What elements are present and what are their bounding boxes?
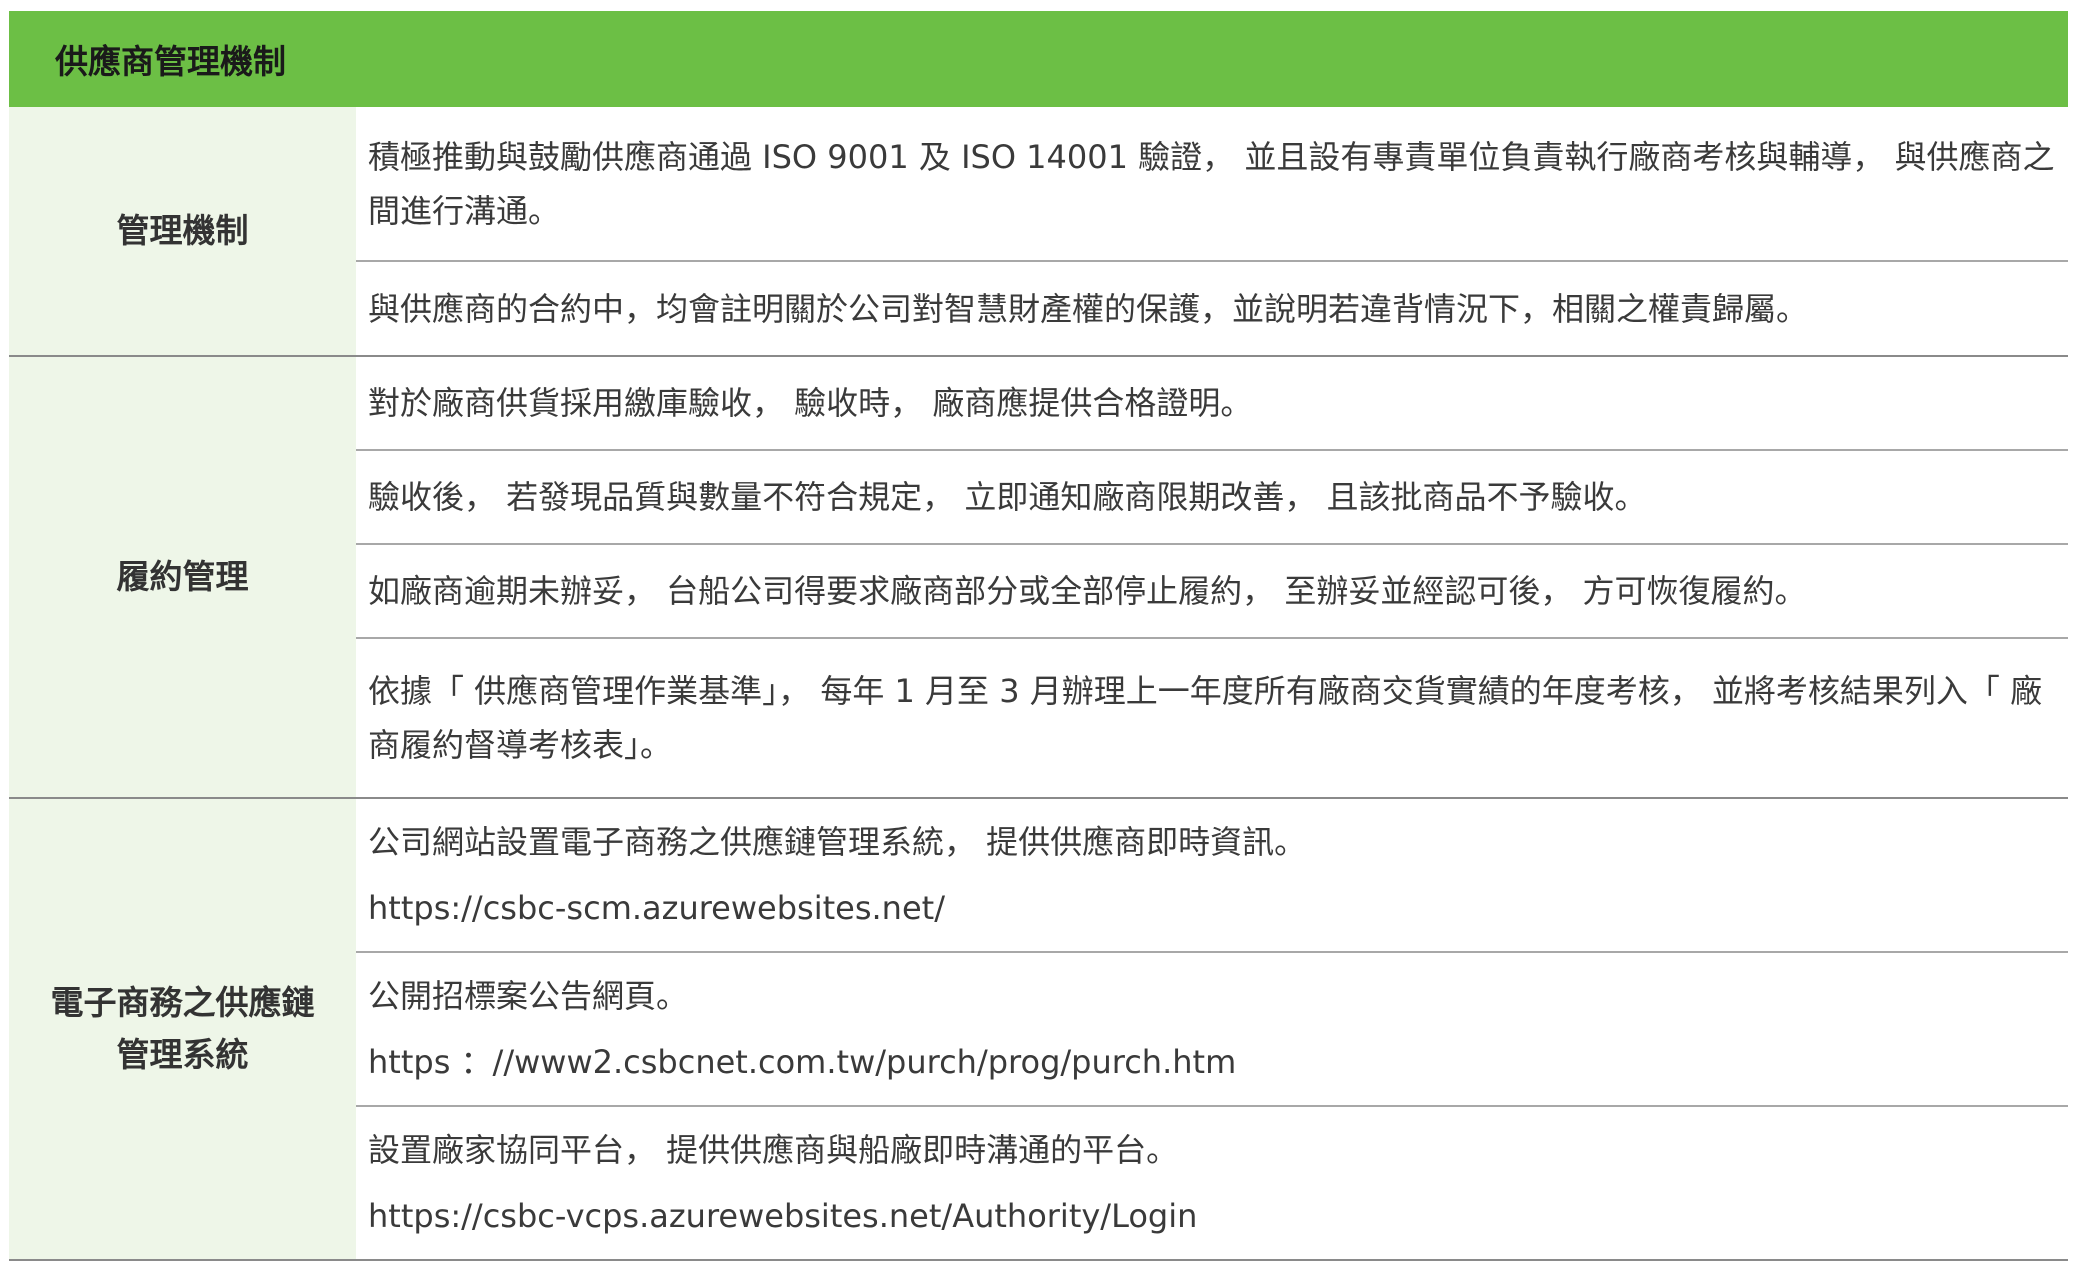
vcps-link[interactable]: https://csbc-vcps.azurewebsites.net/Auth… [368,1189,2056,1243]
row-text: 驗收後， 若發現品質與數量不符合規定， 立即通知廠商限期改善， 且該批商品不予驗… [368,478,1647,516]
row-text: 設置廠家協同平台， 提供供應商與船廠即時溝通的平台。 [368,1131,1179,1169]
content-row: 對於廠商供貨採用繳庫驗收， 驗收時， 廠商應提供合格證明。 [356,357,2068,451]
row-text: 對於廠商供貨採用繳庫驗收， 驗收時， 廠商應提供合格證明。 [368,384,1253,422]
section-label: 履約管理 [9,357,356,797]
content-row: 如廠商逾期未辦妥， 台船公司得要求廠商部分或全部停止履約， 至辦妥並經認可後， … [356,545,2068,639]
section-ecommerce-scm: 電子商務之供應鏈 管理系統 公司網站設置電子商務之供應鏈管理系統， 提供供應商即… [9,799,2068,1261]
row-text: 如廠商逾期未辦妥， 台船公司得要求廠商部分或全部停止履約， 至辦妥並經認可後， … [368,572,1807,610]
section-label-text: 管理機制 [116,211,249,250]
section-management-mechanism: 管理機制 積極推動與鼓勵供應商通過 ISO 9001 及 ISO 14001 驗… [9,107,2068,357]
row-text: 依據「 供應商管理作業基準」， 每年 1 月至 3 月辦理上一年度所有廠商交貨實… [368,672,2043,764]
section-label-line2: 管理系統 [116,1035,249,1074]
section-label-text: 履約管理 [116,557,249,596]
content-row: 積極推動與鼓勵供應商通過 ISO 9001 及 ISO 14001 驗證， 並且… [356,107,2068,262]
section-label-line1: 電子商務之供應鏈 [50,983,315,1022]
supplier-management-table: 供應商管理機制 管理機制 積極推動與鼓勵供應商通過 ISO 9001 及 ISO… [9,11,2068,1261]
scm-link[interactable]: https://csbc-scm.azurewebsites.net/ [368,881,2056,935]
row-text: 與供應商的合約中，均會註明關於公司對智慧財產權的保護，並說明若違背情況下，相關之… [368,289,1809,328]
content-row: 與供應商的合約中，均會註明關於公司對智慧財產權的保護，並說明若違背情況下，相關之… [356,262,2068,355]
section-label: 電子商務之供應鏈 管理系統 [9,799,356,1259]
content-row: 依據「 供應商管理作業基準」， 每年 1 月至 3 月辦理上一年度所有廠商交貨實… [356,639,2068,797]
content-row: 設置廠家協同平台， 提供供應商與船廠即時溝通的平台。 https://csbc-… [356,1107,2068,1259]
section-label: 管理機制 [9,107,356,355]
content-row: 公司網站設置電子商務之供應鏈管理系統， 提供供應商即時資訊。 https://c… [356,799,2068,953]
row-text: 公開招標案公告網頁。 [368,977,689,1015]
row-text: 公司網站設置電子商務之供應鏈管理系統， 提供供應商即時資訊。 [368,823,1307,861]
section-content: 公司網站設置電子商務之供應鏈管理系統， 提供供應商即時資訊。 https://c… [356,799,2068,1259]
section-content: 積極推動與鼓勵供應商通過 ISO 9001 及 ISO 14001 驗證， 並且… [356,107,2068,355]
tender-link[interactable]: https ：//www2.csbcnet.com.tw/purch/prog/… [368,1035,2056,1089]
table-header: 供應商管理機制 [9,11,2068,107]
content-row: 公開招標案公告網頁。 https ：//www2.csbcnet.com.tw/… [356,953,2068,1107]
section-content: 對於廠商供貨採用繳庫驗收， 驗收時， 廠商應提供合格證明。 驗收後， 若發現品質… [356,357,2068,797]
table-title: 供應商管理機制 [55,42,286,81]
row-text: 積極推動與鼓勵供應商通過 ISO 9001 及 ISO 14001 驗證， 並且… [368,137,2055,230]
section-contract-management: 履約管理 對於廠商供貨採用繳庫驗收， 驗收時， 廠商應提供合格證明。 驗收後， … [9,357,2068,799]
content-row: 驗收後， 若發現品質與數量不符合規定， 立即通知廠商限期改善， 且該批商品不予驗… [356,451,2068,545]
